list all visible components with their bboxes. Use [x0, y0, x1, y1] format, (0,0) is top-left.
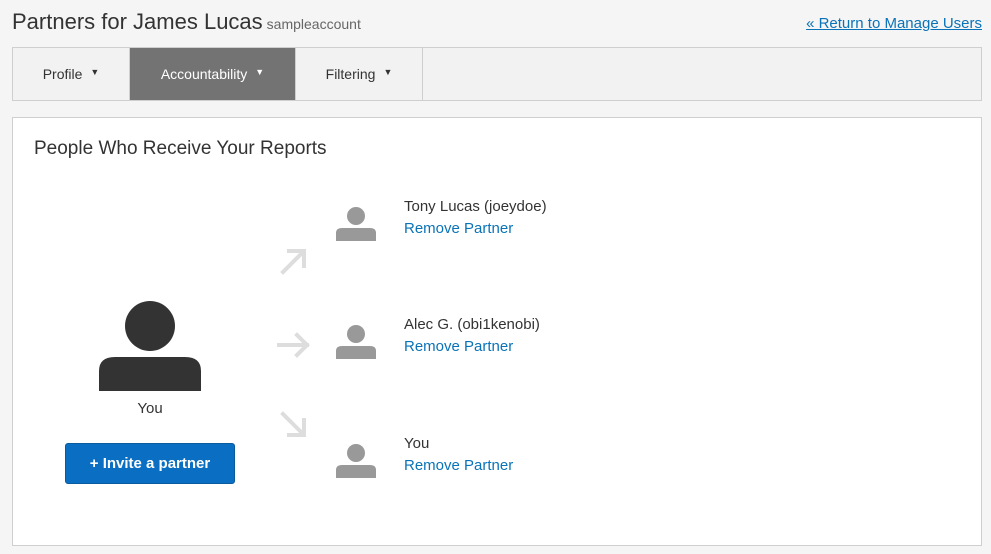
user-silhouette-icon: [336, 444, 376, 478]
tab-filtering-label: Filtering: [325, 66, 376, 82]
caret-down-icon: ▼: [90, 67, 100, 77]
tab-profile[interactable]: Profile ▼: [13, 48, 130, 100]
partner-item: Tony Lucas (joeydoe) Remove Partner: [336, 198, 636, 244]
partner-name: Alec G. (obi1kenobi): [404, 316, 540, 333]
arrow-down-right-icon: [280, 411, 306, 437]
user-silhouette-icon: [336, 325, 376, 359]
tab-filtering[interactable]: Filtering ▼: [296, 48, 423, 100]
arrow-right-icon: [277, 332, 310, 358]
invite-partner-button[interactable]: + Invite a partner: [65, 443, 235, 484]
return-to-manage-users-link[interactable]: « Return to Manage Users: [806, 15, 982, 32]
tab-profile-label: Profile: [42, 66, 83, 82]
remove-partner-link[interactable]: Remove Partner: [404, 457, 513, 474]
account-name: sampleaccount: [266, 16, 361, 32]
page-title: Partners for James Lucas sampleaccount: [12, 9, 361, 35]
partner-item: You Remove Partner: [336, 435, 636, 481]
tab-accountability[interactable]: Accountability ▼: [130, 48, 296, 100]
arrow-up-right-icon: [280, 249, 306, 275]
partner-name: You: [404, 435, 430, 452]
user-silhouette-icon: [336, 207, 376, 241]
remove-partner-link[interactable]: Remove Partner: [404, 338, 513, 355]
tab-accountability-label: Accountability: [160, 66, 248, 82]
caret-down-icon: ▼: [383, 67, 393, 77]
tab-bar: Profile ▼ Accountability ▼ Filtering ▼: [12, 47, 982, 101]
panel-title: People Who Receive Your Reports: [34, 138, 327, 159]
partner-item: Alec G. (obi1kenobi) Remove Partner: [336, 316, 636, 362]
partner-name: Tony Lucas (joeydoe): [404, 198, 547, 215]
page-title-text: Partners for James Lucas: [12, 9, 263, 34]
partners-panel: People Who Receive Your Reports You + In…: [12, 117, 982, 546]
remove-partner-link[interactable]: Remove Partner: [404, 220, 513, 237]
caret-down-icon: ▼: [255, 67, 265, 77]
user-silhouette-icon: [99, 301, 201, 391]
you-label: You: [137, 400, 163, 417]
page-header: Partners for James Lucas sampleaccount « …: [12, 9, 982, 39]
